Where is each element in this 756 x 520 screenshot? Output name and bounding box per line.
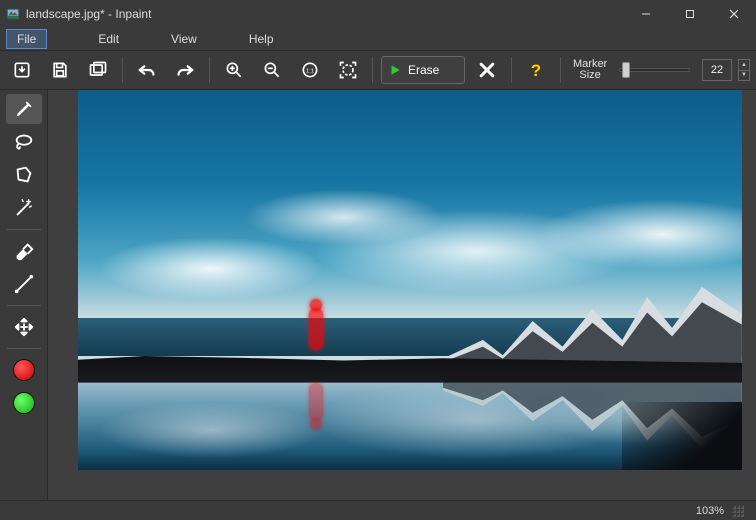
marker-tool[interactable] xyxy=(6,94,42,124)
zoom-fit-button[interactable] xyxy=(332,54,364,86)
selection-mask xyxy=(307,299,325,359)
polygon-tool[interactable] xyxy=(6,160,42,190)
undo-button[interactable] xyxy=(131,54,163,86)
maximize-button[interactable] xyxy=(668,0,712,28)
app-icon xyxy=(6,7,20,21)
menu-bar: File Edit View Help xyxy=(0,28,756,50)
batch-button[interactable] xyxy=(82,54,114,86)
marker-size-value[interactable]: 22 xyxy=(702,59,732,81)
minimize-button[interactable] xyxy=(624,0,668,28)
zoom-level: 103% xyxy=(696,505,724,517)
line-tool[interactable] xyxy=(6,269,42,299)
resize-grip[interactable] xyxy=(732,505,744,517)
top-toolbar: 1:1 Erase ? Marker Size 22 ▲ ▼ xyxy=(0,50,756,90)
cancel-button[interactable] xyxy=(471,54,503,86)
zoom-in-button[interactable] xyxy=(218,54,250,86)
marker-size-label: Marker Size xyxy=(573,59,607,81)
title-bar: landscape.jpg* - Inpaint xyxy=(0,0,756,28)
mask-color-red[interactable] xyxy=(6,355,42,385)
marker-size-up[interactable]: ▲ xyxy=(738,59,750,70)
menu-edit[interactable]: Edit xyxy=(87,29,130,49)
window-title: landscape.jpg* - Inpaint xyxy=(26,7,624,21)
status-bar: 103% xyxy=(0,500,756,520)
menu-file[interactable]: File xyxy=(6,29,47,49)
selection-mask-reflection xyxy=(307,375,325,430)
zoom-100-button[interactable]: 1:1 xyxy=(294,54,326,86)
canvas-area[interactable] xyxy=(48,90,756,500)
move-tool[interactable] xyxy=(6,312,42,342)
eraser-tool[interactable] xyxy=(6,236,42,266)
close-button[interactable] xyxy=(712,0,756,28)
svg-text:?: ? xyxy=(531,61,541,80)
lasso-tool[interactable] xyxy=(6,127,42,157)
zoom-out-button[interactable] xyxy=(256,54,288,86)
magic-wand-tool[interactable] xyxy=(6,193,42,223)
redo-button[interactable] xyxy=(169,54,201,86)
mask-color-green[interactable] xyxy=(6,388,42,418)
open-button[interactable] xyxy=(6,54,38,86)
help-button[interactable]: ? xyxy=(520,54,552,86)
marker-size-down[interactable]: ▼ xyxy=(738,70,750,82)
erase-label: Erase xyxy=(408,63,439,77)
image-stage xyxy=(78,90,742,470)
marker-size-slider[interactable] xyxy=(619,68,690,72)
menu-help[interactable]: Help xyxy=(238,29,285,49)
left-toolbar xyxy=(0,90,48,500)
marker-size-spinners: ▲ ▼ xyxy=(738,59,750,81)
green-dot-icon xyxy=(13,392,35,414)
red-dot-icon xyxy=(13,359,35,381)
play-icon xyxy=(388,63,402,77)
menu-view[interactable]: View xyxy=(160,29,208,49)
svg-text:1:1: 1:1 xyxy=(306,69,314,75)
erase-button[interactable]: Erase xyxy=(381,56,465,84)
save-button[interactable] xyxy=(44,54,76,86)
